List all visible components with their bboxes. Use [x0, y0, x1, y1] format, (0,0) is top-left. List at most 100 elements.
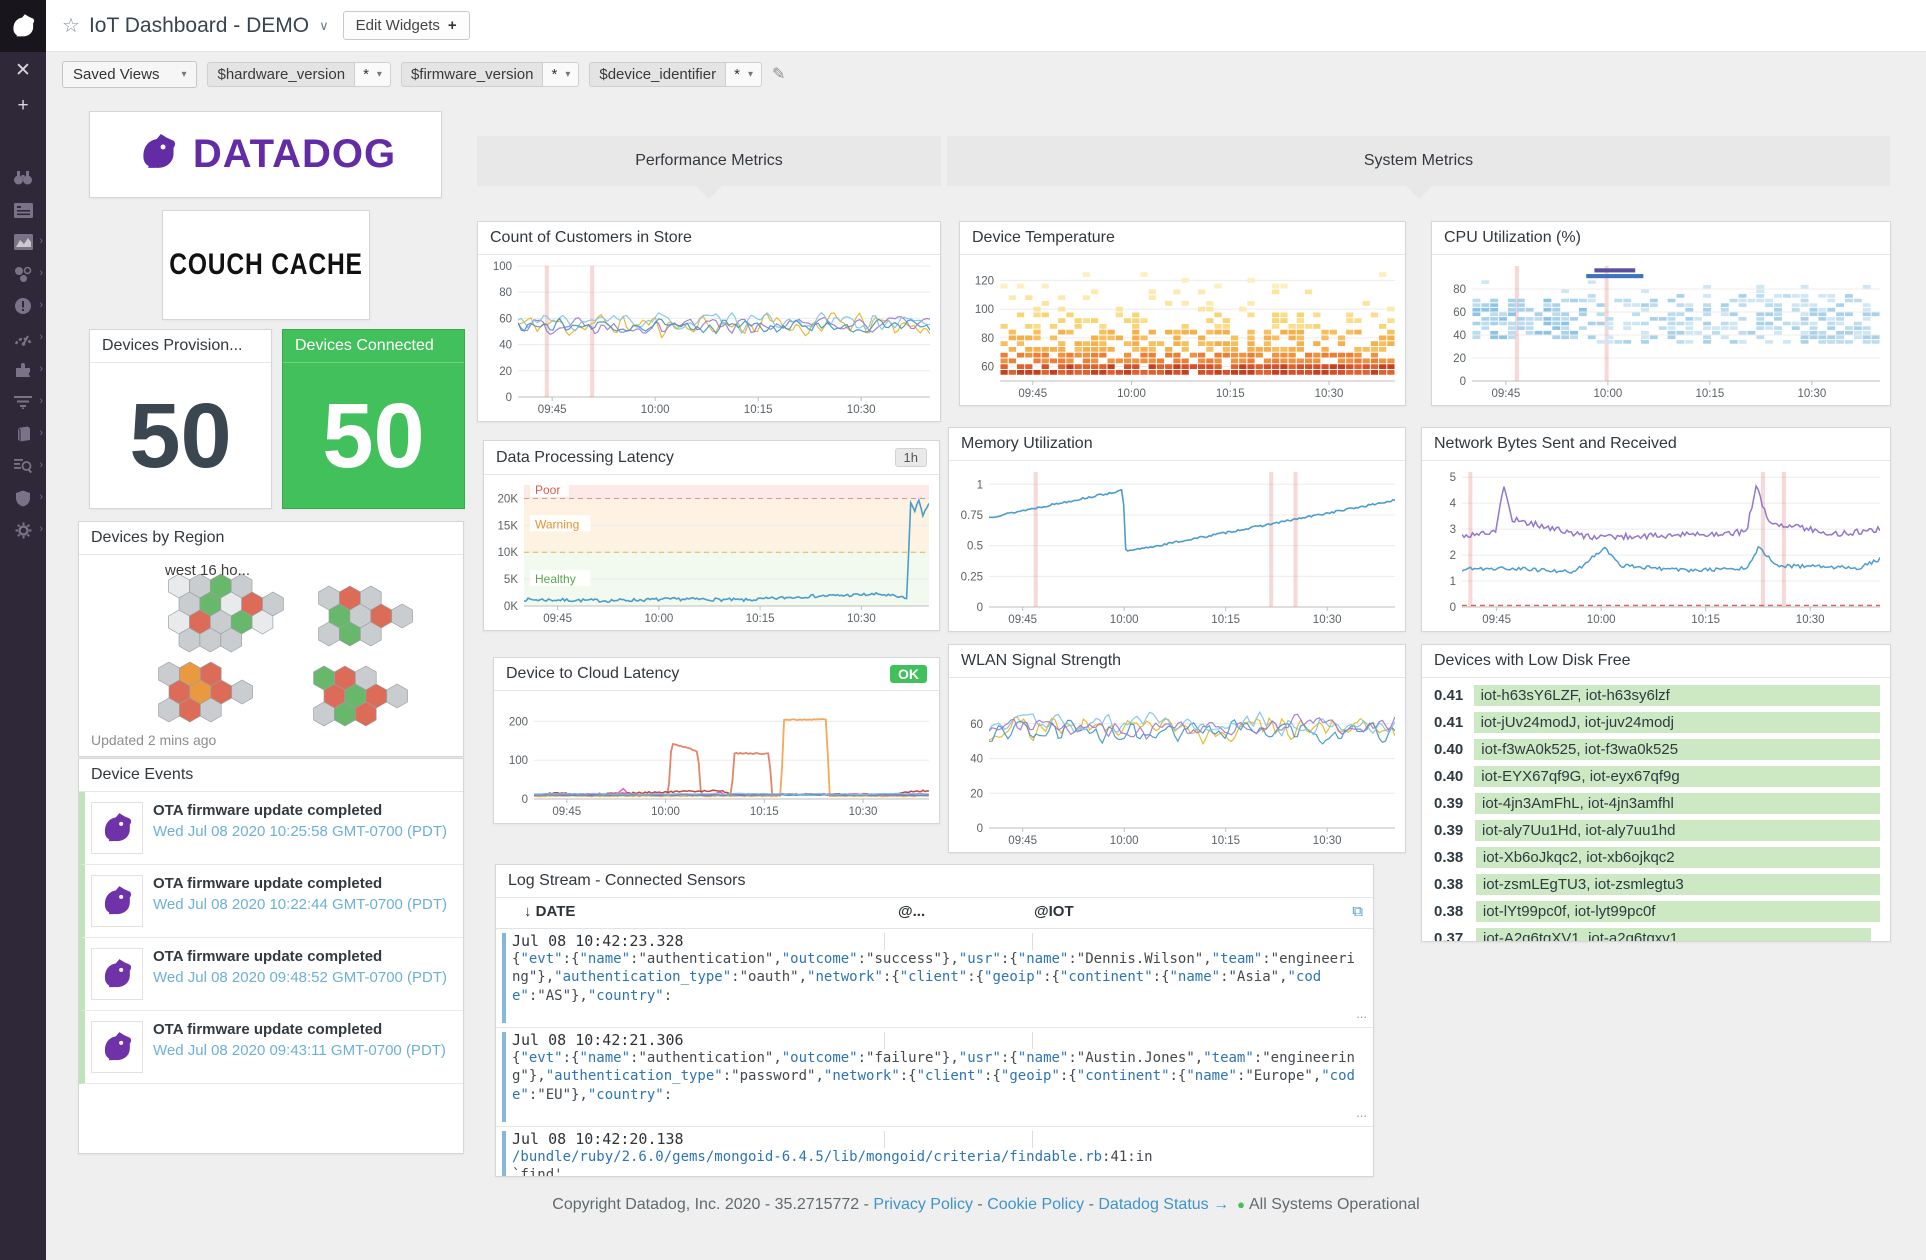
chart-title: CPU Utilization (%) [1444, 229, 1581, 247]
low-disk-row[interactable]: 0.39iot-aly7Uu1Hd, iot-aly7uu1hd [1422, 817, 1890, 844]
series-mem-used-pct [989, 490, 1395, 551]
svg-text:0: 0 [977, 823, 983, 835]
customers-chart[interactable]: 02040608010009:4510:0010:1510:30 [478, 256, 940, 421]
sidebar-item-monitors[interactable]: › [0, 290, 46, 322]
template-variable-firmware_version[interactable]: $firmware_version*▾ [401, 62, 579, 87]
low-disk-row[interactable]: 0.40iot-f3wA0k525, iot-f3wa0k525 [1422, 736, 1890, 763]
sidebar-item-metrics[interactable]: › [0, 226, 46, 258]
sidebar-item-integrations[interactable]: › [0, 354, 46, 386]
footer-link[interactable]: Cookie Policy [987, 1196, 1084, 1213]
hex-cell[interactable] [232, 680, 253, 704]
disk-free-value: 0.40 [1434, 768, 1466, 785]
log-row[interactable]: Jul 08 10:42:23.328{"evt":{"name":"authe… [496, 929, 1373, 1028]
variable-value[interactable]: *▾ [542, 62, 579, 87]
low-disk-row[interactable]: 0.38iot-Xb6oJkqc2, iot-xb6ojkqc2 [1422, 844, 1890, 871]
svg-text:09:45: 09:45 [538, 404, 567, 416]
low-disk-row[interactable]: 0.41iot-jUv24modJ, iot-juv24modj [1422, 709, 1890, 736]
log-row[interactable]: Jul 08 10:42:21.306{"evt":{"name":"authe… [496, 1028, 1373, 1127]
svg-text:0: 0 [522, 794, 528, 806]
low-disk-row[interactable]: 0.39iot-4jn3AmFhL, iot-4jn3amfhl [1422, 790, 1890, 817]
variable-value[interactable]: *▾ [725, 62, 762, 87]
svg-text:80: 80 [1453, 284, 1466, 296]
footer-link[interactable]: Datadog Status → [1098, 1196, 1229, 1213]
add-icon[interactable]: + [0, 88, 46, 124]
low-disk-row[interactable]: 0.41iot-h63sY6LZF, iot-h63sy6lzf [1422, 682, 1890, 709]
device-events-widget: Device Events OTA firmware update comple… [78, 758, 464, 1154]
sidebar-item-watchdog[interactable] [0, 162, 46, 194]
network-chart[interactable]: 01234509:4510:0010:1510:30 [1422, 462, 1890, 631]
sidebar-item-notebooks[interactable]: › [0, 418, 46, 450]
device-event-row[interactable]: OTA firmware update completedWed Jul 08 … [79, 938, 463, 1011]
svg-text:10:30: 10:30 [1797, 388, 1826, 400]
hex-cell[interactable] [387, 684, 408, 708]
log-col-date[interactable]: ↓ DATE [524, 903, 575, 920]
low-disk-row[interactable]: 0.40iot-EYX67qf9G, iot-eyx67qf9g [1422, 763, 1890, 790]
sidebar-item-apm[interactable]: › [0, 450, 46, 482]
svg-text:Warning: Warning [535, 517, 579, 531]
sidebar-item-events[interactable] [0, 194, 46, 226]
footer-text: - [973, 1196, 987, 1213]
devices-connected-value: 50 [283, 364, 464, 508]
status-ok-badge: OK [890, 665, 927, 683]
close-icon[interactable]: ✕ [0, 52, 46, 88]
template-variable-device_identifier[interactable]: $device_identifier*▾ [589, 62, 762, 87]
template-variable-hardware_version[interactable]: $hardware_version*▾ [207, 62, 390, 87]
tab-system-metrics[interactable]: System Metrics [947, 136, 1890, 186]
svg-text:0: 0 [977, 602, 983, 614]
chevron-right-icon: › [39, 459, 43, 471]
log-col-iot[interactable]: @IOT [1034, 903, 1074, 920]
disk-free-value: 0.40 [1434, 741, 1466, 758]
device-event-row[interactable]: OTA firmware update completedWed Jul 08 … [79, 1011, 463, 1084]
memory-chart[interactable]: 00.250.50.75109:4510:0010:1510:30 [949, 462, 1405, 631]
svg-text:3: 3 [1450, 524, 1456, 536]
svg-text:10:30: 10:30 [847, 613, 876, 625]
footer-link[interactable]: Privacy Policy [873, 1196, 973, 1213]
edit-widgets-button[interactable]: Edit Widgets + [343, 11, 470, 40]
log-row[interactable]: Jul 08 10:42:20.138/bundle/ruby/2.6.0/ge… [496, 1127, 1373, 1177]
svg-text:09:45: 09:45 [543, 613, 572, 625]
cloud-latency-chart[interactable]: 010020009:4510:0010:1510:30 [494, 692, 939, 823]
chevron-down-icon[interactable]: ∨ [319, 18, 329, 34]
low-disk-row[interactable]: 0.37iot-A2q6tgXV1, iot-a2q6tgxv1 [1422, 925, 1890, 942]
log-timestamp: Jul 08 10:42:21.306 [512, 1031, 1359, 1049]
device-event-row[interactable]: OTA firmware update completedWed Jul 08 … [79, 865, 463, 938]
filter-bar: Saved Views ▾ $hardware_version*▾ $firmwa… [62, 58, 785, 90]
chevron-right-icon: › [39, 363, 43, 375]
wlan-chart[interactable]: 020406009:4510:0010:1510:30 [949, 679, 1405, 852]
svg-text:0.5: 0.5 [967, 541, 983, 553]
dog-icon [98, 882, 136, 920]
tab-performance-metrics[interactable]: Performance Metrics [477, 136, 941, 186]
latency-chart[interactable]: 0K5K10K15K20K09:4510:0010:1510:30PoorWar… [484, 475, 939, 630]
saved-views-dropdown[interactable]: Saved Views ▾ [62, 61, 197, 88]
sidebar-item-security[interactable]: › [0, 482, 46, 514]
low-disk-row[interactable]: 0.38iot-lYt99pc0f, iot-lyt99pc0f [1422, 898, 1890, 925]
region-hexmap[interactable]: west 16 ho... Updated 2 mins ago [79, 556, 463, 756]
hex-cell[interactable] [392, 604, 413, 628]
event-timestamp: Wed Jul 08 2020 10:22:44 GMT-0700 (PDT) [153, 895, 447, 915]
memory-utilization-widget: Memory Utilization 00.250.50.75109:4510:… [948, 427, 1406, 632]
device-event-row[interactable]: OTA firmware update completedWed Jul 08 … [79, 792, 463, 865]
event-timestamp: Wed Jul 08 2020 09:43:11 GMT-0700 (PDT) [153, 1041, 446, 1061]
chevron-right-icon: › [39, 235, 43, 247]
chart-title: Device Temperature [972, 229, 1115, 247]
cpu-heatmap[interactable]: 02040608009:4510:0010:1510:30 [1432, 256, 1890, 405]
sidebar-item-dashboards[interactable]: › [0, 322, 46, 354]
sidebar-item-settings[interactable]: › [0, 514, 46, 546]
low-disk-row[interactable]: 0.38iot-zsmLEgTU3, iot-zsmlegtu3 [1422, 871, 1890, 898]
log-col-2[interactable]: @... [898, 903, 925, 920]
edit-pencil-icon[interactable]: ✎ [772, 64, 785, 84]
footer-text: Copyright Datadog, Inc. 2020 - 35.271577… [552, 1196, 873, 1213]
svg-text:10:00: 10:00 [651, 806, 680, 818]
variable-value[interactable]: *▾ [354, 62, 391, 87]
datadog-dog-icon [135, 129, 181, 180]
hexmap-chart[interactable] [79, 556, 465, 756]
datadog-logo-icon[interactable] [0, 0, 46, 52]
svg-text:10:30: 10:30 [849, 806, 878, 818]
sidebar-item-logs[interactable]: › [0, 386, 46, 418]
expand-icon[interactable]: ⧉ [1352, 903, 1363, 920]
device-bar: iot-A2q6tgXV1, iot-a2q6tgxv1 [1476, 928, 1871, 942]
sidebar-item-infrastructure[interactable]: › [0, 258, 46, 290]
temperature-heatmap[interactable]: 608010012009:4510:0010:1510:30 [960, 256, 1405, 405]
chart-title: Count of Customers in Store [490, 229, 692, 247]
favorite-star-icon[interactable]: ☆ [62, 13, 80, 38]
